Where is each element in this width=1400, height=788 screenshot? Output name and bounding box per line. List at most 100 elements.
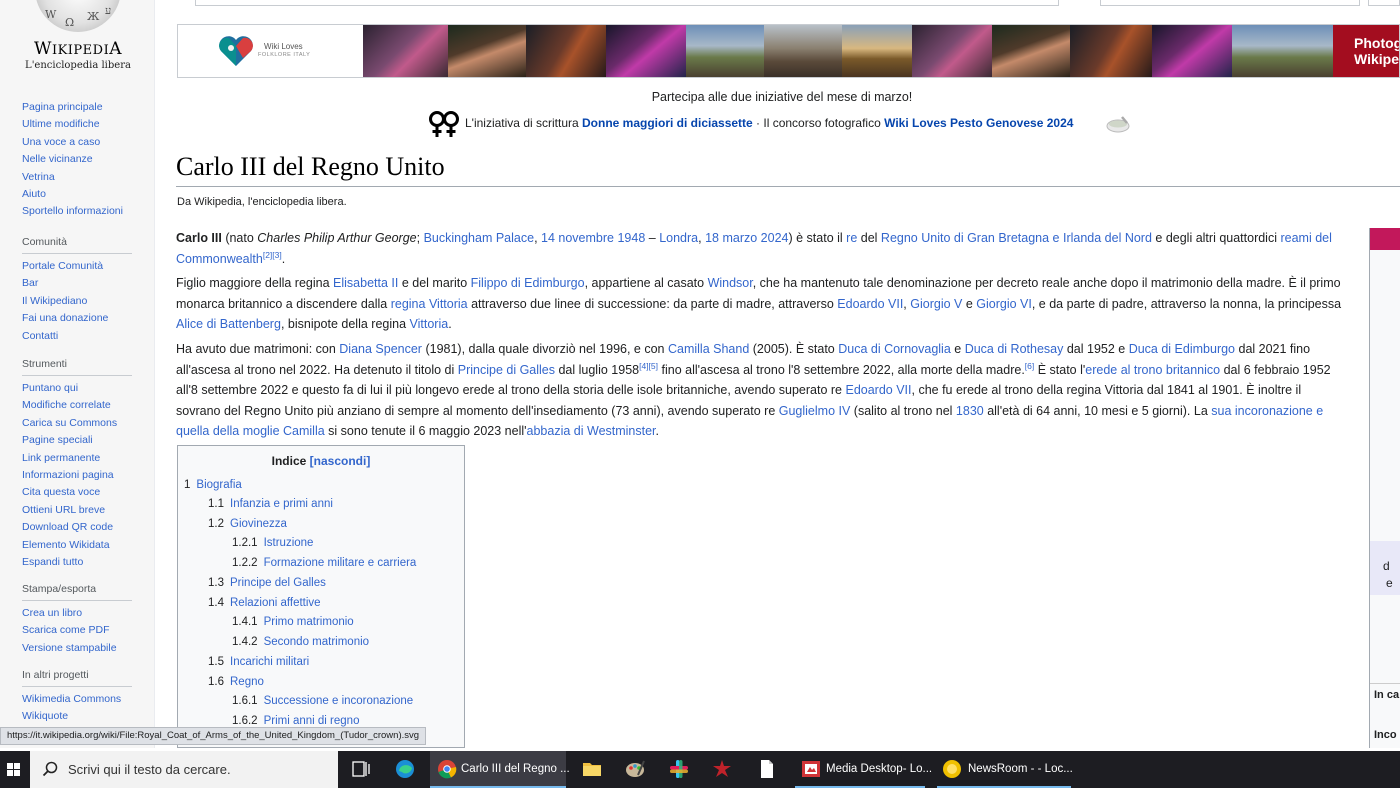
article-link[interactable]: Giorgio V bbox=[910, 297, 962, 311]
nav-link-commons[interactable]: Wikimedia Commons bbox=[22, 691, 132, 708]
taskbar-app-newsroom[interactable]: NewsRoom - - Loc... bbox=[937, 751, 1073, 788]
nav-link-bar[interactable]: Bar bbox=[22, 275, 132, 292]
toc-item[interactable]: 1.2.1 Istruzione bbox=[232, 537, 313, 549]
article-link[interactable]: Principe di Galles bbox=[458, 363, 555, 377]
toc-item[interactable]: 1 Biografia bbox=[184, 479, 242, 491]
nav-link-random[interactable]: Una voce a caso bbox=[22, 134, 132, 151]
toc-link[interactable]: Infanzia e primi anni bbox=[230, 498, 333, 510]
toc-item[interactable]: 1.6.2 Primi anni di regno bbox=[232, 715, 359, 727]
nav-link-related-changes[interactable]: Modifiche correlate bbox=[22, 397, 132, 414]
article-link[interactable]: 18 marzo bbox=[705, 231, 757, 245]
taskbar-app-media-desktop[interactable]: Media Desktop- Lo... bbox=[795, 751, 932, 788]
nav-link-printable[interactable]: Versione stampabile bbox=[22, 640, 132, 657]
page-tabs-fragment[interactable] bbox=[1100, 0, 1360, 6]
article-link[interactable]: 1948 bbox=[617, 231, 645, 245]
file-explorer-icon[interactable] bbox=[581, 758, 603, 780]
search-box-fragment[interactable] bbox=[195, 0, 1059, 6]
toc-link[interactable]: Primi anni di regno bbox=[264, 715, 360, 727]
article-link[interactable]: Elisabetta II bbox=[333, 276, 398, 290]
toc-item[interactable]: 1.2.2 Formazione militare e carriera bbox=[232, 557, 416, 569]
nav-link-page-info[interactable]: Informazioni pagina bbox=[22, 467, 132, 484]
toc-link[interactable]: Istruzione bbox=[264, 537, 314, 549]
article-link[interactable]: Alice di Battenberg bbox=[176, 317, 281, 331]
article-link[interactable]: Windsor bbox=[708, 276, 753, 290]
article-link[interactable]: Duca di Rothesay bbox=[965, 342, 1064, 356]
article-link[interactable]: Filippo di Edimburgo bbox=[471, 276, 585, 290]
writing-initiative-link[interactable]: Donne maggiori di diciassette bbox=[582, 116, 753, 130]
toc-hide-toggle[interactable]: [nascondi] bbox=[310, 454, 371, 468]
nav-link-info-desk[interactable]: Sportello informazioni bbox=[22, 203, 132, 220]
taskbar-search-box[interactable]: Scrivi qui il testo da cercare. bbox=[30, 751, 338, 788]
citation-ref[interactable]: [2][3] bbox=[263, 249, 282, 259]
article-link[interactable]: Buckingham Palace bbox=[424, 231, 534, 245]
toc-link[interactable]: Relazioni affettive bbox=[230, 597, 321, 609]
nav-link-cite[interactable]: Cita questa voce bbox=[22, 484, 132, 501]
nav-link-qr-code[interactable]: Download QR code bbox=[22, 519, 132, 536]
nav-link-wikidata[interactable]: Elemento Wikidata bbox=[22, 537, 132, 554]
banner-cta[interactable]: Photog Wikipe bbox=[1333, 25, 1399, 77]
toc-link[interactable]: Formazione militare e carriera bbox=[264, 557, 417, 569]
nav-link-wikipediano[interactable]: Il Wikipediano bbox=[22, 293, 132, 310]
toc-link[interactable]: Secondo matrimonio bbox=[264, 636, 369, 648]
toc-link[interactable]: Primo matrimonio bbox=[264, 616, 354, 628]
photo-contest-link[interactable]: Wiki Loves Pesto Genovese 2024 bbox=[884, 116, 1073, 130]
task-view-icon[interactable] bbox=[350, 758, 372, 780]
nav-link-community-portal[interactable]: Portale Comunità bbox=[22, 258, 132, 275]
nav-link-create-book[interactable]: Crea un libro bbox=[22, 605, 132, 622]
nav-link-main-page[interactable]: Pagina principale bbox=[22, 99, 132, 116]
article-link[interactable]: Duca di Edimburgo bbox=[1129, 342, 1235, 356]
toc-item[interactable]: 1.2 Giovinezza bbox=[208, 518, 287, 530]
toc-link[interactable]: Principe del Galles bbox=[230, 577, 326, 589]
article-link[interactable]: Regno Unito di Gran Bretagna e Irlanda d… bbox=[881, 231, 1152, 245]
toc-link[interactable]: Successione e incoronazione bbox=[264, 695, 414, 707]
nav-link-upload-commons[interactable]: Carica su Commons bbox=[22, 415, 132, 432]
nav-link-contacts[interactable]: Contatti bbox=[22, 328, 132, 345]
windows-start-icon[interactable] bbox=[0, 751, 30, 788]
toc-item[interactable]: 1.4.1 Primo matrimonio bbox=[232, 616, 354, 628]
toc-item[interactable]: 1.5 Incarichi militari bbox=[208, 656, 309, 668]
toc-item[interactable]: 1.6 Regno bbox=[208, 676, 264, 688]
toc-link[interactable]: Giovinezza bbox=[230, 518, 287, 530]
citation-ref[interactable]: [6] bbox=[1025, 360, 1034, 370]
article-link[interactable]: 2024 bbox=[761, 231, 789, 245]
nav-link-nearby[interactable]: Nelle vicinanze bbox=[22, 151, 132, 168]
toc-item[interactable]: 1.3 Principe del Galles bbox=[208, 577, 326, 589]
article-link[interactable]: 1830 bbox=[956, 404, 984, 418]
nav-link-donate[interactable]: Fai una donazione bbox=[22, 310, 132, 327]
toc-item[interactable]: 1.4.2 Secondo matrimonio bbox=[232, 636, 369, 648]
article-link[interactable]: Camilla Shand bbox=[668, 342, 749, 356]
document-icon[interactable] bbox=[756, 758, 778, 780]
edge-browser-icon[interactable] bbox=[394, 758, 416, 780]
article-link[interactable]: Guglielmo IV bbox=[779, 404, 851, 418]
toc-link[interactable]: Biografia bbox=[196, 479, 241, 491]
view-tabs-fragment[interactable] bbox=[1368, 0, 1400, 6]
article-link[interactable]: Edoardo VII bbox=[837, 297, 903, 311]
toc-item[interactable]: 1.4 Relazioni affettive bbox=[208, 597, 321, 609]
nav-link-short-url[interactable]: Ottieni URL breve bbox=[22, 502, 132, 519]
article-link[interactable]: regina Vittoria bbox=[391, 297, 468, 311]
toc-item[interactable]: 1.6.1 Successione e incoronazione bbox=[232, 695, 413, 707]
nav-link-expand-all[interactable]: Espandi tutto bbox=[22, 554, 132, 571]
slack-icon[interactable] bbox=[668, 758, 690, 780]
article-link[interactable]: Londra bbox=[659, 231, 698, 245]
citation-ref[interactable]: [4][5] bbox=[639, 360, 658, 370]
campaign-banner[interactable]: Wiki Loves FOLKLORE ITALY Photog Wikipe bbox=[177, 24, 1400, 78]
nav-link-featured[interactable]: Vetrina bbox=[22, 169, 132, 186]
article-link[interactable]: re bbox=[846, 231, 857, 245]
article-link[interactable]: Vittoria bbox=[410, 317, 449, 331]
article-link[interactable]: Edoardo VII bbox=[845, 383, 911, 397]
nav-link-download-pdf[interactable]: Scarica come PDF bbox=[22, 622, 132, 639]
toc-link[interactable]: Regno bbox=[230, 676, 264, 688]
nav-link-recent-changes[interactable]: Ultime modifiche bbox=[22, 116, 132, 133]
toc-item[interactable]: 1.1 Infanzia e primi anni bbox=[208, 498, 333, 510]
toc-link[interactable]: Incarichi militari bbox=[230, 656, 309, 668]
article-link[interactable]: Giorgio VI bbox=[976, 297, 1032, 311]
nav-link-wikiquote[interactable]: Wikiquote bbox=[22, 708, 132, 725]
article-link[interactable]: abbazia di Westminster bbox=[527, 424, 656, 438]
article-link[interactable]: Duca di Cornovaglia bbox=[838, 342, 951, 356]
nav-link-special-pages[interactable]: Pagine speciali bbox=[22, 432, 132, 449]
nav-link-what-links-here[interactable]: Puntano qui bbox=[22, 380, 132, 397]
nav-link-help[interactable]: Aiuto bbox=[22, 186, 132, 203]
nav-link-permanent-link[interactable]: Link permanente bbox=[22, 450, 132, 467]
wikipedia-logo[interactable]: WΩЖע WIKIPEDIA L'enciclopedia libera bbox=[22, 0, 134, 77]
